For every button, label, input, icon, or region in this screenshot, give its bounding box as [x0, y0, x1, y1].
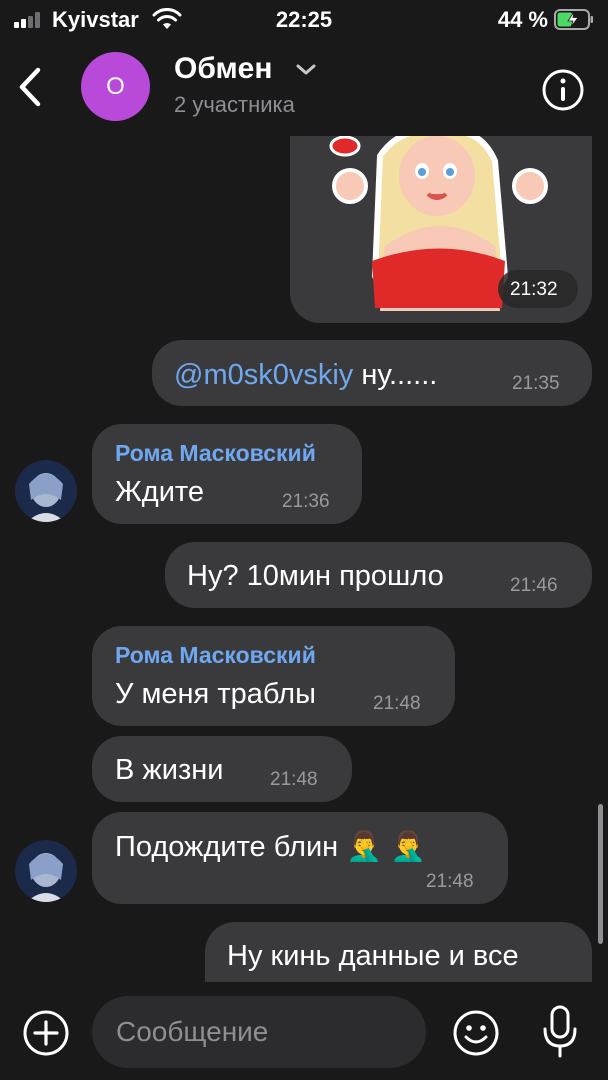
message-time: 21:48 [373, 693, 421, 714]
chat-avatar[interactable]: О [81, 52, 150, 121]
info-icon[interactable] [541, 68, 585, 112]
message-text: Ну кинь данные и все [227, 940, 519, 972]
message-text: Подождите блин 🤦‍♂️ 🤦‍♂️ [115, 830, 427, 864]
carrier-name: Kyivstar [52, 7, 139, 32]
message-text: Ну? 10мин прошло [187, 560, 444, 592]
message-time: 21:48 [426, 871, 474, 892]
sender-name[interactable]: Рома Масковский [115, 642, 316, 669]
chat-subtitle: 2 участника [174, 92, 295, 117]
message-text: В жизни [115, 754, 224, 786]
battery-percent: 44 % [497, 7, 548, 32]
status-bar: Kyivstar 22:25 44 % [0, 0, 608, 40]
chat-avatar-letter: О [106, 72, 125, 100]
message-input-field[interactable] [92, 996, 426, 1068]
user-avatar[interactable] [15, 840, 77, 902]
message-text: Ждите [115, 476, 204, 508]
microphone-icon[interactable] [540, 1004, 580, 1060]
user-avatar[interactable] [15, 460, 77, 522]
message-time: 21:36 [282, 491, 330, 512]
mention-link[interactable]: @m0sk0vskiy [174, 359, 353, 391]
sender-name[interactable]: Рома Масковский [115, 440, 316, 467]
message-text-body: Подождите блин [115, 831, 339, 863]
plus-icon[interactable] [22, 1009, 70, 1057]
message-time: 21:32 [510, 279, 558, 300]
message-time: 21:35 [512, 373, 560, 394]
chevron-down-icon[interactable] [294, 62, 318, 78]
message-time: 21:46 [510, 575, 558, 596]
message-text: У меня траблы [115, 678, 316, 710]
composer-bar [0, 982, 608, 1080]
message-text-body: ну...... [353, 359, 438, 391]
signal-icon [14, 12, 44, 28]
back-arrow-icon[interactable] [10, 62, 50, 112]
emoji-icon[interactable] [452, 1009, 500, 1057]
message-time: 21:48 [270, 769, 318, 790]
chat-title[interactable]: Обмен [174, 52, 272, 86]
message-text: @m0sk0vskiy ну...... [174, 359, 437, 392]
battery-icon [554, 9, 593, 30]
message-input[interactable] [116, 1012, 406, 1052]
facepalm-emoji: 🤦‍♂️ 🤦‍♂️ [346, 831, 427, 863]
chat-header: О Обмен 2 участника [0, 40, 608, 136]
scroll-indicator[interactable] [598, 804, 603, 944]
wifi-icon [152, 8, 182, 29]
message-list[interactable]: 21:32 @m0sk0vskiy ну...... 21:35 Рома Ма… [0, 136, 608, 982]
